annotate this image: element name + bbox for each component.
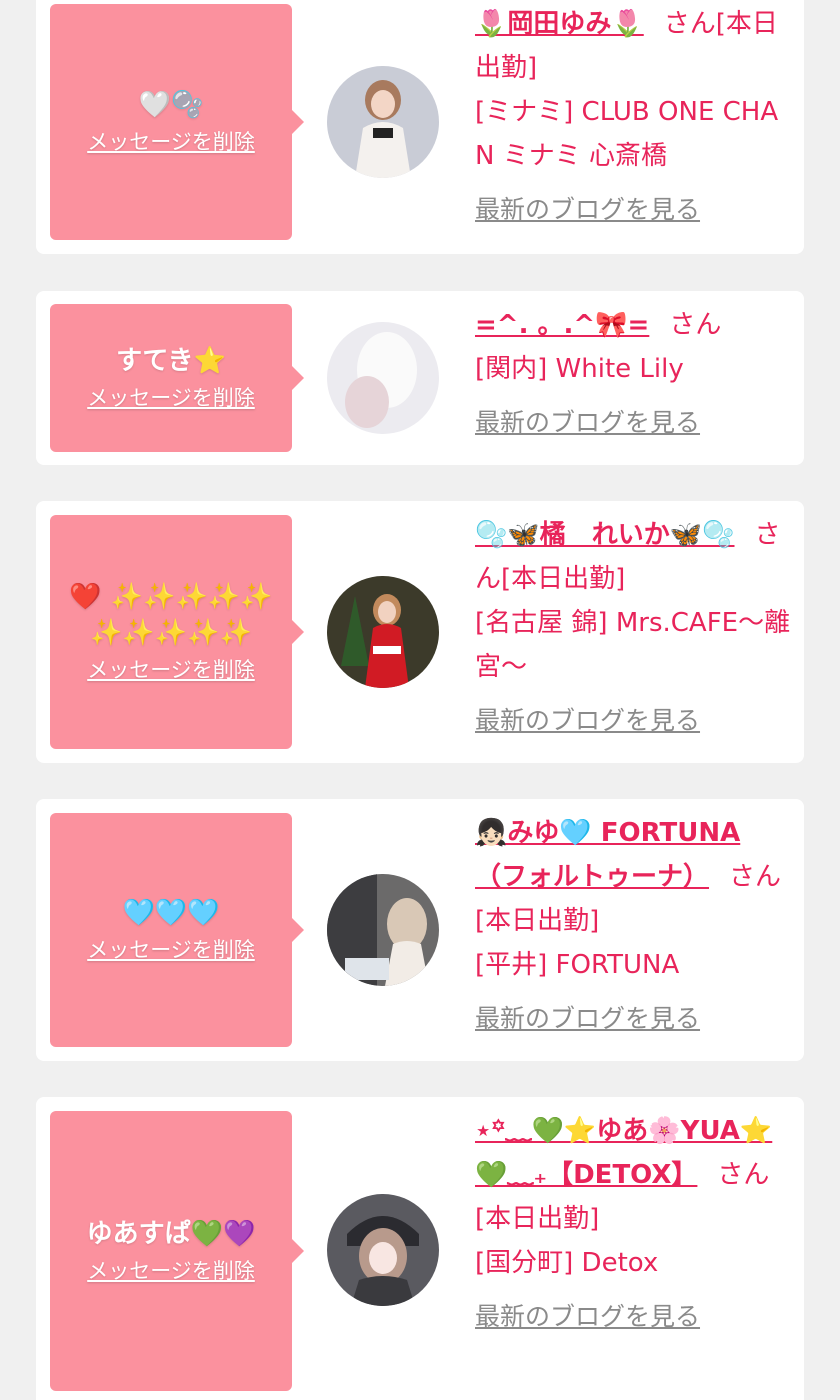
delete-message-link[interactable]: メッセージを削除 (87, 383, 255, 413)
message-text: 🤍🫧 (138, 90, 204, 120)
avatar[interactable] (327, 1194, 439, 1306)
avatar[interactable] (327, 66, 439, 178)
shop-text: [平井] FORTUNA (475, 950, 680, 980)
status-text: [本日出勤] (475, 1204, 600, 1234)
avatar-photo (327, 1194, 439, 1306)
list-item: 🩵🩵🩵 メッセージを削除 👧🏻みゆ🩵 FORTUNA（フォルトゥーナ） さん [本日… (36, 799, 804, 1061)
cast-info: ⋆꙳﹏💚⭐️ゆあ🌸YUA⭐️💚﹏₊【DETOX】 さん[本日出勤] [国分町] D… (475, 1109, 791, 1339)
delete-message-link[interactable]: メッセージを削除 (87, 935, 255, 965)
honorific: さん (729, 862, 782, 892)
honorific: さん (663, 9, 716, 39)
avatar-photo (327, 322, 439, 434)
delete-message-link[interactable]: メッセージを削除 (87, 655, 255, 685)
shop-text: [関内] White Lily (475, 354, 684, 384)
view-blog-link[interactable]: 最新のブログを見る (475, 401, 791, 445)
message-bubble: すてき⭐️ メッセージを削除 (50, 304, 304, 452)
honorific: さん (717, 1160, 770, 1190)
status-text: [本日出勤] (475, 906, 600, 936)
status-text: [本日出勤] (501, 564, 626, 594)
delete-message-link[interactable]: メッセージを削除 (87, 127, 255, 157)
message-text: ❤️ ✨✨✨✨✨✨✨✨✨✨ (69, 582, 273, 648)
message-text: 🩵🩵🩵 (122, 898, 220, 928)
cast-info: =^. 。.^🎀= さん [関内] White Lily 最新のブログを見る (475, 303, 791, 445)
view-blog-link[interactable]: 最新のブログを見る (475, 699, 791, 743)
cast-name-link[interactable]: 🌷岡田ゆみ🌷 (475, 9, 644, 39)
avatar-photo (327, 66, 439, 178)
shop-text: [国分町] Detox (475, 1248, 659, 1278)
avatar[interactable] (327, 322, 439, 434)
avatar-photo (327, 874, 439, 986)
view-blog-link[interactable]: 最新のブログを見る (475, 1295, 791, 1339)
shop-text: [ミナミ] CLUB ONE CHAN ミナミ 心斎橋 (475, 97, 779, 171)
cast-name-link[interactable]: 🫧🦋橘 れいか🦋🫧 (475, 520, 735, 550)
cast-name-link[interactable]: =^. 。.^🎀= (475, 310, 649, 340)
avatar-photo (327, 576, 439, 688)
cast-info: 🫧🦋橘 れいか🦋🫧 さん[本日出勤] [名古屋 錦] Mrs.CAFE〜離宮〜 最… (475, 513, 791, 743)
cast-name-link[interactable]: 👧🏻みゆ🩵 FORTUNA（フォルトゥーナ） (475, 818, 740, 892)
list-item: ゆあすぱ💚💜 メッセージを削除 ⋆꙳﹏💚⭐️ゆあ🌸YUA⭐️💚﹏₊【DETOX】… (36, 1097, 804, 1400)
message-bubble: ❤️ ✨✨✨✨✨✨✨✨✨✨ メッセージを削除 (50, 515, 304, 749)
favorite-list: 🤍🫧 メッセージを削除 🌷岡田ゆみ🌷 さん [本日出勤] [ミナミ] CLUB ON… (0, 0, 840, 1400)
list-item: すてき⭐️ メッセージを削除 =^. 。.^🎀= さん [関内] White Li… (36, 291, 804, 465)
shop-text: [名古屋 錦] Mrs.CAFE〜離宮〜 (475, 608, 791, 682)
cast-info: 🌷岡田ゆみ🌷 さん[本日出勤] [ミナミ] CLUB ONE CHAN ミナミ 心… (475, 2, 791, 232)
delete-message-link[interactable]: メッセージを削除 (87, 1256, 255, 1286)
message-text: ゆあすぱ💚💜 (86, 1219, 256, 1249)
message-text: すてき⭐️ (116, 346, 226, 376)
message-bubble: 🤍🫧 メッセージを削除 (50, 4, 304, 240)
cast-info: 👧🏻みゆ🩵 FORTUNA（フォルトゥーナ） さん [本日出勤] [平井] FORT… (475, 811, 791, 1041)
honorific: さん (669, 310, 722, 340)
message-bubble: ゆあすぱ💚💜 メッセージを削除 (50, 1111, 304, 1391)
view-blog-link[interactable]: 最新のブログを見る (475, 997, 791, 1041)
list-item: ❤️ ✨✨✨✨✨✨✨✨✨✨ メッセージを削除 🫧🦋橘 れいか🦋🫧 さん[本日出勤]… (36, 501, 804, 763)
list-item: 🤍🫧 メッセージを削除 🌷岡田ゆみ🌷 さん[本日出勤] [ミナミ] CLUB ON… (36, 0, 804, 254)
avatar[interactable] (327, 874, 439, 986)
view-blog-link[interactable]: 最新のブログを見る (475, 188, 791, 232)
message-bubble: 🩵🩵🩵 メッセージを削除 (50, 813, 304, 1047)
avatar[interactable] (327, 576, 439, 688)
